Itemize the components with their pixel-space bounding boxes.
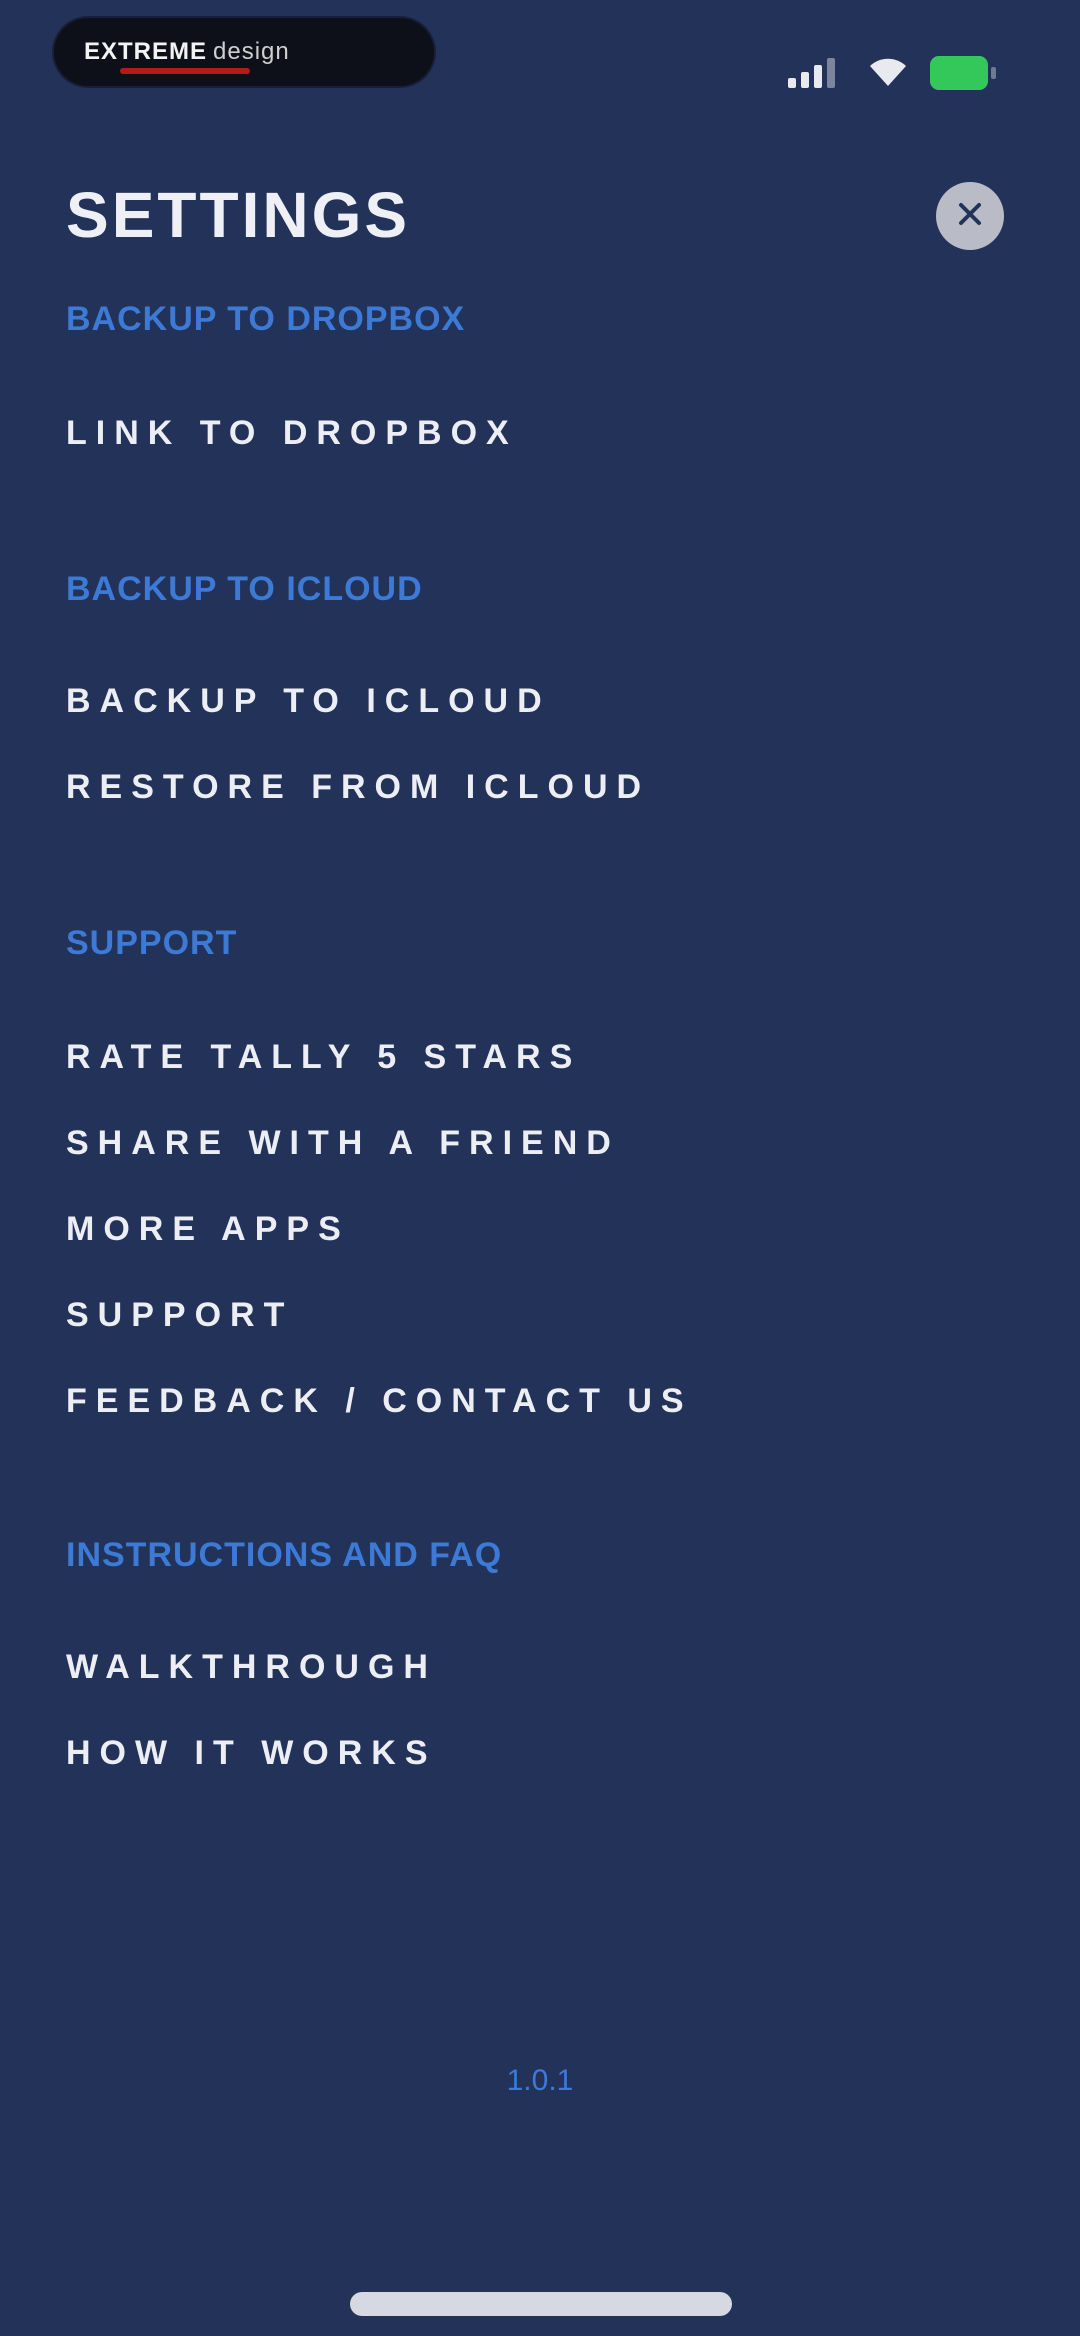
menu-item-feedback[interactable]: FEEDBACK / CONTACT US (66, 1382, 693, 1421)
battery-icon (930, 56, 1000, 90)
signal-icon (788, 56, 836, 88)
home-indicator (350, 2292, 732, 2316)
status-bar: EXTREME design (0, 0, 1080, 110)
app-badge-title: EXTREME (84, 38, 208, 65)
menu-item-more-apps[interactable]: MORE APPS (66, 1210, 350, 1249)
app-badge: EXTREME design (54, 18, 434, 86)
menu-item-backup-icloud[interactable]: BACKUP TO ICLOUD (66, 682, 551, 721)
menu-item-link-dropbox[interactable]: LINK TO DROPBOX (66, 414, 518, 453)
battery-level-fill (930, 56, 988, 90)
section-header-dropbox: BACKUP TO DROPBOX (66, 300, 466, 338)
close-button[interactable] (936, 182, 1004, 250)
close-icon (953, 197, 987, 236)
menu-item-rate[interactable]: RATE TALLY 5 STARS (66, 1038, 581, 1077)
section-header-icloud: BACKUP TO ICLOUD (66, 570, 423, 608)
menu-item-restore-icloud[interactable]: RESTORE FROM ICLOUD (66, 768, 650, 807)
app-badge-underline (120, 68, 250, 74)
menu-item-walkthrough[interactable]: WALKTHROUGH (66, 1648, 437, 1687)
menu-item-how-it-works[interactable]: HOW IT WORKS (66, 1734, 437, 1773)
section-header-instructions: INSTRUCTIONS AND FAQ (66, 1536, 503, 1574)
menu-item-share[interactable]: SHARE WITH A FRIEND (66, 1124, 620, 1163)
section-header-support: SUPPORT (66, 924, 238, 962)
wifi-icon (868, 58, 908, 88)
page-title: SETTINGS (66, 179, 411, 251)
app-badge-subtitle: design (213, 38, 290, 65)
version-label: 1.0.1 (506, 2064, 574, 2097)
menu-item-support[interactable]: SUPPORT (66, 1296, 293, 1335)
